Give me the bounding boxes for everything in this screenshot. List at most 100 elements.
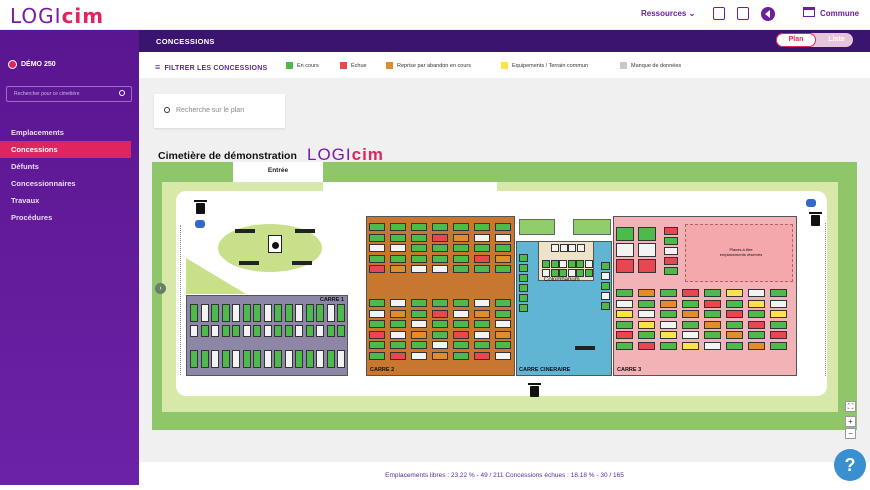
plot[interactable] xyxy=(638,259,656,273)
plot[interactable] xyxy=(453,320,469,328)
plot[interactable] xyxy=(432,330,448,339)
plot[interactable] xyxy=(748,289,765,297)
plot[interactable] xyxy=(474,244,490,252)
plot[interactable] xyxy=(519,294,528,302)
plot[interactable] xyxy=(770,299,787,308)
plot[interactable] xyxy=(369,265,385,273)
plot[interactable] xyxy=(274,325,282,337)
plot[interactable] xyxy=(495,265,511,273)
columbarium[interactable] xyxy=(538,241,594,281)
plot[interactable] xyxy=(704,320,721,329)
plot[interactable] xyxy=(770,341,787,350)
plot[interactable] xyxy=(542,269,550,277)
sidebar-item-emplacements[interactable]: Emplacements xyxy=(0,124,131,141)
plot[interactable] xyxy=(411,223,427,231)
zoom-out-button[interactable]: − xyxy=(845,428,856,439)
plot[interactable] xyxy=(411,351,427,360)
plot[interactable] xyxy=(576,269,584,277)
plot[interactable] xyxy=(242,325,251,337)
plot[interactable] xyxy=(576,260,584,268)
plot[interactable] xyxy=(474,223,490,231)
plot[interactable] xyxy=(263,350,272,368)
plot[interactable] xyxy=(453,233,469,242)
plot[interactable] xyxy=(495,223,511,231)
plot[interactable] xyxy=(474,320,490,328)
sidebar-item-procedures[interactable]: Procédures xyxy=(0,209,131,226)
plot[interactable] xyxy=(682,299,699,308)
plot[interactable] xyxy=(453,265,469,273)
plot[interactable] xyxy=(263,304,272,322)
plot[interactable] xyxy=(576,244,585,252)
list-view-button[interactable]: Liste xyxy=(820,33,853,47)
cemetery-selector[interactable]: DÉMO 250 xyxy=(8,60,56,69)
cemetery-plan-canvas[interactable]: Recherche sur le plan Cimetière de démon… xyxy=(139,78,870,462)
plot[interactable] xyxy=(584,260,593,268)
plot[interactable] xyxy=(474,341,490,349)
plot[interactable] xyxy=(369,244,385,252)
plot[interactable] xyxy=(495,233,511,242)
plot[interactable] xyxy=(253,304,261,322)
plot[interactable] xyxy=(726,310,743,318)
plot[interactable] xyxy=(432,265,448,273)
plot[interactable] xyxy=(682,341,699,350)
plot[interactable] xyxy=(411,265,427,273)
plot[interactable] xyxy=(495,320,511,328)
plot[interactable] xyxy=(770,310,787,318)
plot[interactable] xyxy=(726,299,743,308)
document-icon[interactable] xyxy=(713,7,725,20)
plot[interactable] xyxy=(660,341,677,350)
plot[interactable] xyxy=(390,265,406,273)
plot[interactable] xyxy=(474,351,490,360)
plot[interactable] xyxy=(474,330,490,339)
plot[interactable] xyxy=(704,331,721,339)
plot[interactable] xyxy=(726,289,743,297)
legend-en-cours[interactable]: En cours xyxy=(286,62,319,69)
carre-2[interactable]: CARRE 2 xyxy=(366,216,515,376)
plot[interactable] xyxy=(253,325,261,337)
plot[interactable] xyxy=(453,299,469,307)
plot[interactable] xyxy=(664,237,678,245)
plot[interactable] xyxy=(664,267,678,275)
plot[interactable] xyxy=(432,299,448,307)
plot[interactable] xyxy=(411,330,427,339)
plot[interactable] xyxy=(616,320,633,329)
plot[interactable] xyxy=(432,244,448,252)
plot[interactable] xyxy=(474,233,490,242)
plot[interactable] xyxy=(664,257,678,265)
plot[interactable] xyxy=(221,325,230,337)
plot[interactable] xyxy=(770,320,787,329)
plot[interactable] xyxy=(495,244,511,252)
plot[interactable] xyxy=(411,254,427,263)
plot[interactable] xyxy=(519,274,528,282)
plot[interactable] xyxy=(316,325,324,337)
plot[interactable] xyxy=(326,304,335,322)
plot[interactable] xyxy=(284,325,293,337)
plot[interactable] xyxy=(432,351,448,360)
cemetery-search-input[interactable]: Rechercher pour ce cimetière xyxy=(6,86,132,102)
plot[interactable] xyxy=(211,325,219,337)
plot[interactable] xyxy=(453,351,469,360)
plot[interactable] xyxy=(232,350,240,368)
plot[interactable] xyxy=(316,304,324,322)
plot[interactable] xyxy=(601,272,610,280)
carre-1[interactable]: CARRE 1 xyxy=(186,295,348,376)
plot[interactable] xyxy=(284,350,293,368)
legend-equipements[interactable]: Equipements / Terrain commun xyxy=(501,62,588,69)
plot[interactable] xyxy=(616,289,633,297)
plot[interactable] xyxy=(495,330,511,339)
plot[interactable] xyxy=(221,350,230,368)
plot[interactable] xyxy=(551,244,559,252)
plot[interactable] xyxy=(660,331,677,339)
plot[interactable] xyxy=(638,299,655,308)
plot[interactable] xyxy=(638,289,655,297)
plot[interactable] xyxy=(682,310,699,318)
plot[interactable] xyxy=(601,292,610,300)
plot[interactable] xyxy=(253,350,261,368)
plot[interactable] xyxy=(550,269,559,277)
plot[interactable] xyxy=(190,350,198,368)
plot[interactable] xyxy=(369,330,385,339)
plot[interactable] xyxy=(411,341,427,349)
help-button[interactable]: ? xyxy=(834,449,866,481)
legend-reprise[interactable]: Reprise par abandon en cours xyxy=(386,62,471,69)
plot[interactable] xyxy=(638,331,655,339)
